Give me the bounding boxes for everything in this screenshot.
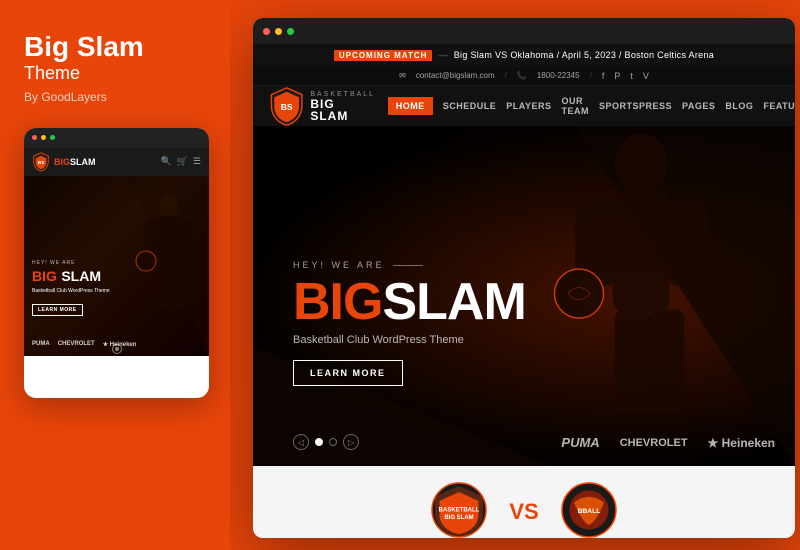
mobile-cart-icon[interactable]: 🛒	[177, 156, 188, 167]
vs-badge: VS	[509, 499, 538, 525]
nav-sportspress[interactable]: SPORTSPRESS	[599, 101, 672, 111]
svg-text:BASKETBALL: BASKETBALL	[439, 507, 480, 513]
nav-home[interactable]: HOME	[388, 97, 433, 115]
mobile-logo-area: BS BIGSLAM	[32, 152, 96, 172]
browser-dot-green	[287, 28, 294, 35]
mobile-hero-content: HEY! WE ARE BIG SLAM Basketball Club Wor…	[32, 260, 110, 316]
hero-title: BIG SLAM	[293, 276, 526, 328]
theme-title-big-slam: Big Slam	[24, 31, 144, 62]
left-panel: Big Slam Theme By GoodLayers BS BIGSLAM …	[0, 0, 230, 550]
nav-players[interactable]: PLAYERS	[506, 101, 551, 111]
mobile-hero-desc: Basketball Club WordPress Theme	[32, 288, 110, 294]
mobile-dot-red	[32, 135, 37, 140]
announce-label: UPCOMING MATCH	[334, 50, 433, 61]
phone-icon: 📞	[517, 71, 527, 80]
hero-prev-button[interactable]: ◁	[293, 434, 309, 450]
team2-logo: BBALL	[559, 480, 619, 539]
vimeo-icon: V	[643, 71, 649, 81]
nav-links: HOME SCHEDULE PLAYERS OUR TEAM SPORTSPRE…	[388, 96, 795, 116]
team1-logo-icon: BASKETBALL BIG SLAM	[429, 480, 489, 539]
mobile-dot-green	[50, 135, 55, 140]
mobile-menu-icon[interactable]: ☰	[193, 156, 201, 167]
contact-phone: 1800-22345	[537, 71, 580, 80]
hero-sponsors: PUMA CHEVROLET ★ Heineken	[561, 435, 775, 450]
bottom-section: BASKETBALL BIG SLAM VS BBALL	[253, 466, 795, 538]
hero-dot-2[interactable]	[329, 438, 337, 446]
mobile-shield-icon: BS	[32, 152, 50, 172]
mobile-mockup: BS BIGSLAM 🔍 🛒 ☰	[24, 128, 209, 398]
sponsor-heineken: ★ Heineken	[708, 436, 775, 450]
facebook-icon: f	[602, 71, 605, 81]
browser-dot-yellow	[275, 28, 282, 35]
mobile-dot-yellow	[41, 135, 46, 140]
twitter-icon: t	[630, 71, 633, 81]
mobile-hero: HEY! WE ARE BIG SLAM Basketball Club Wor…	[24, 176, 209, 356]
mobile-sponsor-puma: PUMA	[32, 341, 50, 347]
hero-content: HEY! WE ARE BIG SLAM Basketball Club Wor…	[293, 260, 526, 386]
main-nav: BS BASKETBALL BIG SLAM HOME SCHEDULE PLA…	[253, 86, 795, 126]
nav-shield-icon: BS	[269, 86, 304, 126]
mobile-eyebrow: HEY! WE ARE	[32, 260, 110, 266]
mobile-top-bar	[24, 128, 209, 148]
hero-desc: Basketball Club WordPress Theme	[293, 334, 526, 346]
nav-features[interactable]: FEATURES	[763, 101, 795, 111]
mobile-nav-icons: 🔍 🛒 ☰	[160, 156, 201, 167]
pinterest-icon: P	[614, 71, 620, 81]
mobile-nav: BS BIGSLAM 🔍 🛒 ☰	[24, 148, 209, 176]
mobile-hero-big: BIG	[32, 268, 57, 284]
nav-blog[interactable]: BLOG	[725, 101, 753, 111]
hero-dot-1[interactable]	[315, 438, 323, 446]
nav-pages[interactable]: PAGES	[682, 101, 715, 111]
mobile-dot-indicator	[112, 344, 122, 354]
announce-bar: UPCOMING MATCH — Big Slam VS Oklahoma / …	[253, 44, 795, 66]
mobile-search-icon[interactable]: 🔍	[160, 156, 171, 167]
team2-logo-icon: BBALL	[559, 480, 619, 539]
hero-big: BIG	[293, 276, 382, 328]
announce-text: Big Slam VS Oklahoma / April 5, 2023 / B…	[454, 50, 714, 60]
mobile-learn-more-button[interactable]: LEARN MORE	[32, 304, 83, 316]
theme-title-big: Big Slam	[24, 32, 206, 63]
browser-top-bar	[253, 18, 795, 44]
sponsor-puma: PUMA	[561, 435, 599, 450]
hero-player-silhouette	[547, 126, 735, 446]
theme-by: By GoodLayers	[24, 90, 206, 104]
nav-schedule[interactable]: SCHEDULE	[443, 101, 497, 111]
svg-text:BBALL: BBALL	[577, 508, 600, 515]
hero-section: HEY! WE ARE BIG SLAM Basketball Club Wor…	[253, 126, 795, 466]
contact-icon: ✉	[399, 71, 406, 80]
hero-learn-more-button[interactable]: LEARN MORE	[293, 360, 403, 386]
mobile-sponsor-chevrolet: CHEVROLET	[58, 341, 95, 347]
contact-email: contact@bigslam.com	[416, 71, 495, 80]
svg-text:BS: BS	[38, 160, 44, 165]
nav-our-team[interactable]: OUR TEAM	[561, 96, 589, 116]
player-silhouette	[124, 186, 204, 336]
hero-eyebrow: HEY! WE ARE	[293, 260, 526, 270]
mobile-indicator-circle	[112, 344, 122, 354]
nav-brand: BASKETBALL BIG SLAM	[310, 91, 375, 122]
svg-text:BS: BS	[281, 102, 293, 112]
hero-dots: ◁ ▷	[293, 434, 359, 450]
mobile-brand-name: BIGSLAM	[54, 157, 96, 167]
hero-slam: SLAM	[382, 276, 525, 328]
theme-subtitle: Theme	[24, 63, 206, 84]
svg-text:BIG SLAM: BIG SLAM	[445, 515, 474, 521]
browser-dot-red	[263, 28, 270, 35]
hero-next-button[interactable]: ▷	[343, 434, 359, 450]
team1-logo: BASKETBALL BIG SLAM	[429, 480, 489, 539]
mobile-hero-slam: SLAM	[61, 268, 101, 284]
browser-mockup: UPCOMING MATCH — Big Slam VS Oklahoma / …	[253, 18, 795, 538]
nav-bigslam-label: BIG SLAM	[310, 98, 375, 122]
sponsor-chevrolet: CHEVROLET	[620, 437, 688, 449]
nav-logo: BS BASKETBALL BIG SLAM	[269, 86, 376, 126]
contact-bar: ✉ contact@bigslam.com / 📞 1800-22345 / f…	[253, 66, 795, 86]
